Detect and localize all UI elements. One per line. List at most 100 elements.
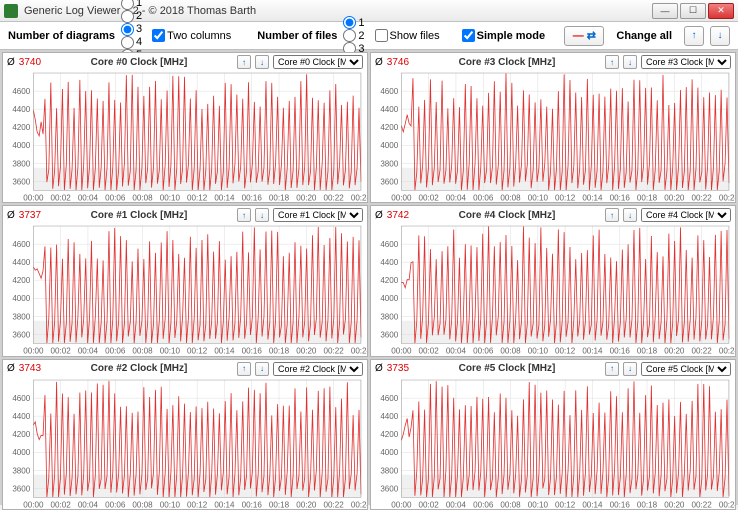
- svg-text:3600: 3600: [12, 177, 30, 186]
- chart-series-selector[interactable]: Core #2 Clock [MHz]: [273, 362, 363, 376]
- simple-mode-checkbox[interactable]: Simple mode: [462, 29, 545, 42]
- svg-text:00:14: 00:14: [582, 193, 603, 202]
- diagrams-radio-1[interactable]: 1: [121, 0, 142, 10]
- svg-text:00:20: 00:20: [664, 193, 685, 202]
- chart-up-button[interactable]: ↑: [605, 208, 619, 222]
- svg-text:4200: 4200: [380, 277, 398, 286]
- chart-panel-1: Ø 3746 Core #3 Clock [MHz] ↑ ↓ Core #3 Clock …: [370, 52, 736, 203]
- svg-text:00:08: 00:08: [132, 347, 153, 356]
- svg-text:00:08: 00:08: [132, 193, 153, 202]
- svg-text:3800: 3800: [12, 466, 30, 475]
- two-columns-checkbox[interactable]: Two columns: [152, 29, 231, 42]
- chart-down-button[interactable]: ↓: [255, 208, 269, 222]
- svg-text:4400: 4400: [12, 259, 30, 268]
- svg-text:00:18: 00:18: [269, 347, 290, 356]
- chart-title: Core #5 Clock [MHz]: [413, 363, 601, 374]
- svg-text:3600: 3600: [380, 177, 398, 186]
- svg-text:4000: 4000: [12, 448, 30, 457]
- files-radio-1[interactable]: 1: [343, 16, 364, 29]
- svg-text:4400: 4400: [12, 105, 30, 114]
- svg-text:00:18: 00:18: [637, 347, 658, 356]
- diagrams-radio-4[interactable]: 4: [121, 36, 142, 49]
- chart-plot-area: 36003800400042004400460000:0000:0200:040…: [3, 224, 367, 355]
- chart-panel-2: Ø3737Core #1 Clock [MHz]↑↓Core #1 Clock …: [2, 205, 368, 356]
- chart-avg-value: 3742: [387, 210, 409, 221]
- files-radio-2[interactable]: 2: [343, 29, 364, 42]
- svg-text:3800: 3800: [380, 466, 398, 475]
- swap-colors-button[interactable]: —⇄: [564, 26, 604, 46]
- svg-text:00:16: 00:16: [610, 193, 631, 202]
- chart-down-button[interactable]: ↓: [623, 362, 637, 376]
- window-close-button[interactable]: ✕: [708, 3, 734, 19]
- diagrams-radio-3[interactable]: 3: [121, 23, 142, 36]
- chart-down-button[interactable]: ↓: [623, 208, 637, 222]
- charts-grid: Ø3740Core #0 Clock [MHz]↑↓Core #0 Clock …: [0, 50, 738, 505]
- chart-plot-area: 36003800400042004400460000:0000:0200:040…: [371, 224, 735, 355]
- svg-text:00:00: 00:00: [391, 347, 412, 356]
- svg-text:4200: 4200: [12, 123, 30, 132]
- chart-up-button[interactable]: ↑: [605, 55, 619, 69]
- chart-title: Core #2 Clock [MHz]: [45, 363, 233, 374]
- svg-text:00:14: 00:14: [582, 347, 603, 356]
- chart-avg-value: 3735: [387, 363, 409, 374]
- files-count-label: Number of files: [257, 30, 337, 42]
- svg-text:00:04: 00:04: [78, 193, 99, 202]
- svg-text:00:24: 00:24: [719, 347, 735, 356]
- svg-text:00:22: 00:22: [324, 347, 345, 356]
- svg-text:00:18: 00:18: [637, 193, 658, 202]
- svg-text:3800: 3800: [12, 313, 30, 322]
- diagrams-radio-2[interactable]: 2: [121, 10, 142, 23]
- svg-text:00:00: 00:00: [23, 193, 44, 202]
- svg-text:00:10: 00:10: [528, 193, 549, 202]
- chart-panel-5: Ø3735Core #5 Clock [MHz]↑↓Core #5 Clock …: [370, 359, 736, 510]
- chart-up-button[interactable]: ↑: [237, 55, 251, 69]
- chart-title: Core #0 Clock [MHz]: [45, 57, 233, 68]
- global-down-button[interactable]: ↓: [710, 26, 730, 46]
- chart-panel-3: Ø3742Core #4 Clock [MHz]↑↓Core #4 Clock …: [370, 205, 736, 356]
- chart-up-button[interactable]: ↑: [237, 208, 251, 222]
- svg-text:3800: 3800: [12, 159, 30, 168]
- chart-series-selector[interactable]: Core #4 Clock [MHz]: [641, 208, 731, 222]
- chart-down-button[interactable]: ↓: [255, 362, 269, 376]
- svg-text:4000: 4000: [12, 141, 30, 150]
- chart-down-button[interactable]: ↓: [623, 55, 637, 69]
- svg-text:00:20: 00:20: [296, 193, 317, 202]
- chart-avg-value: 3746: [387, 57, 409, 68]
- svg-text:00:22: 00:22: [692, 193, 713, 202]
- chart-up-button[interactable]: ↑: [605, 362, 619, 376]
- chart-series-selector[interactable]: Core #3 Clock [MHz]: [641, 55, 731, 69]
- svg-text:00:12: 00:12: [187, 347, 208, 356]
- chart-title: Core #4 Clock [MHz]: [413, 210, 601, 221]
- chart-panel-0: Ø3740Core #0 Clock [MHz]↑↓Core #0 Clock …: [2, 52, 368, 203]
- svg-text:00:24: 00:24: [351, 347, 367, 356]
- svg-text:00:10: 00:10: [528, 347, 549, 356]
- svg-text:00:10: 00:10: [160, 193, 181, 202]
- svg-text:4600: 4600: [12, 241, 30, 250]
- chart-plot-area: 36003800400042004400460000:0000:0200:040…: [371, 378, 735, 509]
- window-minimize-button[interactable]: —: [652, 3, 678, 19]
- global-up-button[interactable]: ↑: [684, 26, 704, 46]
- svg-text:00:04: 00:04: [446, 347, 467, 356]
- chart-series-selector[interactable]: Core #5 Clock [MHz]: [641, 362, 731, 376]
- chart-title: Core #3 Clock [MHz]: [413, 57, 601, 68]
- chart-series-selector[interactable]: Core #0 Clock [MHz]: [273, 55, 363, 69]
- show-files-checkbox[interactable]: Show files: [375, 29, 440, 42]
- svg-text:4200: 4200: [12, 277, 30, 286]
- window-maximize-button[interactable]: ☐: [680, 3, 706, 19]
- svg-text:4200: 4200: [380, 123, 398, 132]
- chart-series-selector[interactable]: Core #1 Clock [MHz]: [273, 208, 363, 222]
- chart-panel-4: Ø3743Core #2 Clock [MHz]↑↓Core #2 Clock …: [2, 359, 368, 510]
- svg-text:00:02: 00:02: [51, 347, 72, 356]
- diagrams-count-label: Number of diagrams: [8, 30, 115, 42]
- chart-up-button[interactable]: ↑: [237, 362, 251, 376]
- chart-title: Core #1 Clock [MHz]: [45, 210, 233, 221]
- change-all-label: Change all: [616, 30, 672, 42]
- chart-plot-area: 36003800400042004400460000:0000:0200:040…: [3, 378, 367, 509]
- chart-plot-area: 36003800400042004400460000:0000:0200:040…: [3, 71, 367, 202]
- chart-avg-symbol: Ø: [375, 57, 383, 68]
- svg-text:4600: 4600: [380, 241, 398, 250]
- chart-avg-value: 3737: [19, 210, 41, 221]
- svg-text:00:08: 00:08: [500, 347, 521, 356]
- svg-text:00:18: 00:18: [269, 193, 290, 202]
- chart-down-button[interactable]: ↓: [255, 55, 269, 69]
